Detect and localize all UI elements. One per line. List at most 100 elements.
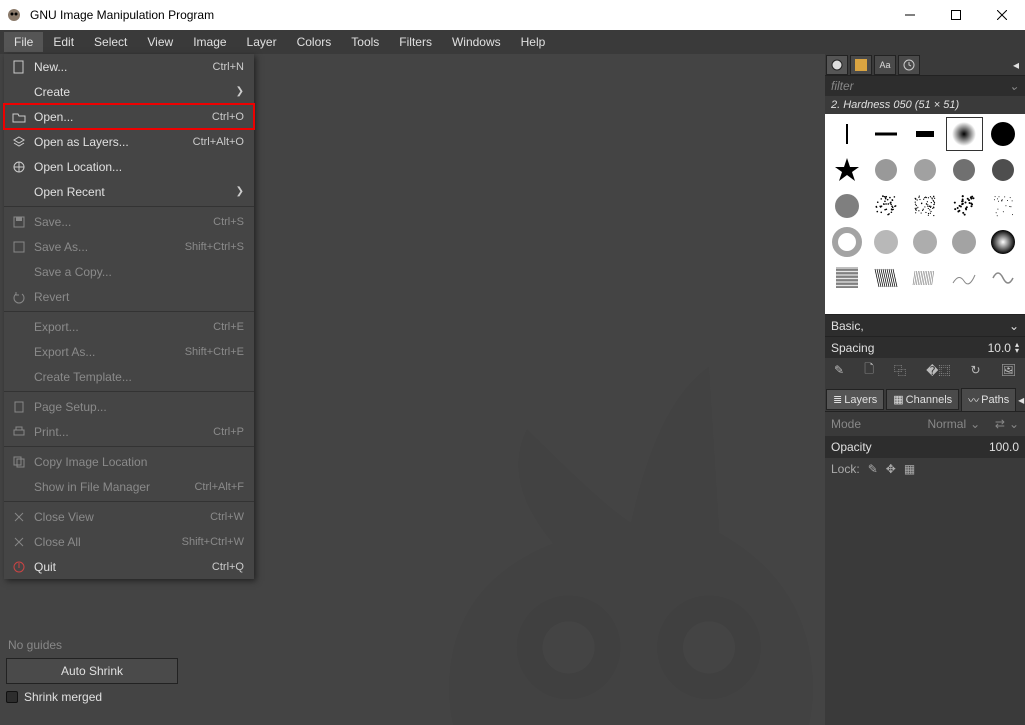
brush-thumb[interactable] [905, 260, 944, 296]
menu-image[interactable]: Image [183, 32, 236, 52]
configure-tab-icon[interactable]: ◂ [1007, 58, 1025, 72]
lock-alpha-icon[interactable]: ▦ [904, 462, 915, 476]
menu-item-new[interactable]: New...Ctrl+N [4, 54, 254, 79]
menu-layer[interactable]: Layer [237, 32, 287, 52]
lock-position-icon[interactable]: ✥ [886, 462, 896, 476]
brush-thumb[interactable] [945, 116, 984, 152]
stepper-icon[interactable]: ▴▾ [1015, 342, 1019, 354]
menu-item-open-location[interactable]: Open Location... [4, 154, 254, 179]
paths-tab[interactable]: 〰Paths [961, 388, 1016, 412]
blank-icon [10, 478, 28, 496]
brush-thumb[interactable] [827, 116, 866, 152]
brush-thumb[interactable] [984, 188, 1023, 224]
layers-icon [10, 133, 28, 151]
brush-thumb[interactable] [945, 224, 984, 260]
brushes-tab[interactable] [826, 55, 848, 75]
brush-thumb[interactable] [984, 260, 1023, 296]
save-icon [10, 213, 28, 231]
brush-thumb[interactable] [905, 224, 944, 260]
brush-grid[interactable] [825, 114, 1025, 314]
print-icon [10, 423, 28, 441]
shrink-merged-checkbox[interactable]: Shrink merged [6, 690, 178, 704]
wilber-watermark [345, 325, 825, 725]
brush-thumb[interactable] [984, 224, 1023, 260]
menu-select[interactable]: Select [84, 32, 137, 52]
menu-item-close-view: Close ViewCtrl+W [4, 504, 254, 529]
blank-icon [10, 83, 28, 101]
patterns-tab[interactable] [850, 55, 872, 75]
spacing-field[interactable]: Spacing 10.0 ▴▾ [825, 336, 1025, 358]
submenu-arrow-icon: ❯ [236, 86, 244, 97]
maximize-button[interactable] [933, 0, 979, 30]
channels-tab[interactable]: ▦Channels [886, 389, 959, 410]
menu-filters[interactable]: Filters [389, 32, 442, 52]
menu-item-create[interactable]: Create❯ [4, 79, 254, 104]
menu-item-open-as-layers[interactable]: Open as Layers...Ctrl+Alt+O [4, 129, 254, 154]
history-tab[interactable] [898, 55, 920, 75]
menu-windows[interactable]: Windows [442, 32, 511, 52]
menu-edit[interactable]: Edit [43, 32, 84, 52]
menu-item-open[interactable]: Open...Ctrl+O [4, 104, 254, 129]
brush-thumb[interactable] [866, 260, 905, 296]
brush-thumb[interactable] [866, 188, 905, 224]
configure-tab-icon[interactable]: ◂ [1017, 393, 1025, 407]
close-button[interactable] [979, 0, 1025, 30]
brush-thumb[interactable] [827, 260, 866, 296]
chevron-down-icon: ⌄ [970, 417, 980, 431]
layers-tab[interactable]: ≣Layers [826, 389, 884, 410]
brush-thumb[interactable] [827, 224, 866, 260]
blend-mode-select[interactable]: Mode Normal⌄ ⇄⌄ [825, 412, 1025, 436]
duplicate-brush-icon[interactable]: ⿻ [894, 362, 906, 379]
menu-colors[interactable]: Colors [287, 32, 342, 52]
brush-thumb[interactable] [905, 152, 944, 188]
menu-help[interactable]: Help [511, 32, 556, 52]
edit-brush-icon[interactable]: ✎ [834, 363, 844, 377]
brush-thumb[interactable] [984, 152, 1023, 188]
brush-actions: ✎ 🗋 ⿻ �⿴ ↻ 🖼 [825, 358, 1025, 382]
menu-item-copy-image-location: Copy Image Location [4, 449, 254, 474]
new-brush-icon[interactable]: 🗋 [864, 360, 874, 381]
menu-item-quit[interactable]: QuitCtrl+Q [4, 554, 254, 579]
refresh-brush-icon[interactable]: ↻ [971, 363, 981, 377]
dock-tabs-top: Aa ◂ [825, 54, 1025, 76]
brush-thumb[interactable] [905, 116, 944, 152]
fonts-tab[interactable]: Aa [874, 55, 896, 75]
brush-thumb[interactable] [866, 224, 905, 260]
shrink-merged-label: Shrink merged [24, 690, 102, 704]
delete-brush-icon[interactable]: �⿴ [926, 362, 950, 379]
brush-thumb[interactable] [984, 116, 1023, 152]
brush-preset-select[interactable]: Basic, ⌄ [825, 314, 1025, 336]
brush-thumb[interactable] [866, 116, 905, 152]
menu-file[interactable]: File [4, 32, 43, 52]
blank-icon [10, 318, 28, 336]
opacity-field[interactable]: Opacity 100.0 [825, 436, 1025, 458]
right-dock: Aa ◂ filter ⌄ 2. Hardness 050 (51 × 51) … [825, 54, 1025, 725]
menu-item-show-in-file-manager: Show in File ManagerCtrl+Alt+F [4, 474, 254, 499]
swap-icon[interactable]: ⇄ [995, 417, 1005, 431]
blank-icon [10, 343, 28, 361]
menu-tools[interactable]: Tools [341, 32, 389, 52]
window-title: GNU Image Manipulation Program [28, 8, 887, 22]
brush-thumb[interactable] [945, 188, 984, 224]
minimize-button[interactable] [887, 0, 933, 30]
brush-filter-input[interactable]: filter ⌄ [825, 76, 1025, 96]
brush-thumb[interactable] [905, 188, 944, 224]
brush-thumb[interactable] [827, 152, 866, 188]
menubar: FileEditSelectViewImageLayerColorsToolsF… [0, 30, 1025, 54]
menu-view[interactable]: View [137, 32, 183, 52]
menu-item-revert: Revert [4, 284, 254, 309]
menu-item-export-as: Export As...Shift+Ctrl+E [4, 339, 254, 364]
paths-icon: 〰 [968, 392, 979, 408]
menu-item-open-recent[interactable]: Open Recent❯ [4, 179, 254, 204]
auto-shrink-button[interactable]: Auto Shrink [6, 658, 178, 684]
brush-thumb[interactable] [866, 152, 905, 188]
brush-thumb[interactable] [945, 152, 984, 188]
titlebar: GNU Image Manipulation Program [0, 0, 1025, 30]
brush-thumb[interactable] [945, 260, 984, 296]
tool-options-fragment: No guides Auto Shrink Shrink merged [6, 636, 178, 704]
lock-row: Lock: ✎ ✥ ▦ [825, 458, 1025, 480]
brush-thumb[interactable] [827, 188, 866, 224]
lock-pixels-icon[interactable]: ✎ [868, 462, 878, 476]
open-as-image-icon[interactable]: 🖼 [1001, 363, 1016, 377]
menu-item-save-as: Save As...Shift+Ctrl+S [4, 234, 254, 259]
